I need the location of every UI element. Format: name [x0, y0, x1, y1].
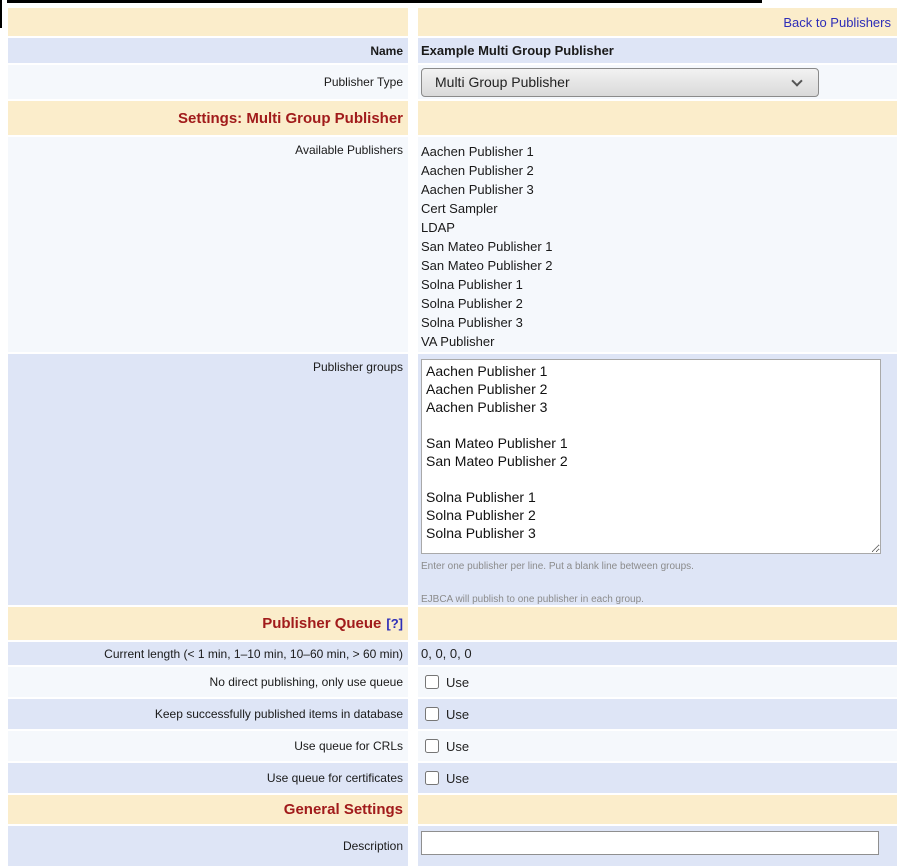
screenshot-edge-artifact-top: [7, 0, 762, 3]
available-publishers-row: Available Publishers Aachen Publisher 1 …: [8, 137, 897, 352]
list-item: Solna Publisher 2: [421, 294, 523, 313]
settings-section-header-right-cell: [418, 101, 897, 135]
keep-published-items-checkbox[interactable]: [425, 707, 439, 721]
publisher-groups-help-2: EJBCA will publish to one publisher in e…: [421, 594, 644, 605]
top-bar: Back to Publishers: [8, 8, 897, 36]
publisher-type-select[interactable]: Multi Group Publisher: [421, 68, 819, 97]
publisher-queue-help-link[interactable]: [?]: [386, 616, 403, 631]
current-length-label: Current length (< 1 min, 1–10 min, 10–60…: [8, 642, 408, 665]
settings-section-title: Settings: Multi Group Publisher: [8, 101, 408, 135]
publisher-queue-header-right-cell: [418, 607, 897, 640]
use-queue-certificates-row: Use queue for certificates Use: [8, 763, 897, 793]
current-length-row: Current length (< 1 min, 1–10 min, 10–60…: [8, 642, 897, 665]
publisher-groups-textarea[interactable]: Aachen Publisher 1 Aachen Publisher 2 Aa…: [421, 359, 881, 554]
publisher-edit-form: Back to Publishers Name Example Multi Gr…: [8, 8, 897, 868]
no-direct-publishing-label: No direct publishing, only use queue: [8, 667, 408, 697]
list-item: LDAP: [421, 218, 455, 237]
description-row: Description: [8, 826, 897, 866]
keep-published-items-label: Keep successfully published items in dat…: [8, 699, 408, 729]
list-item: Solna Publisher 1: [421, 275, 523, 294]
checkbox-label: Use: [446, 739, 469, 754]
no-direct-publishing-row: No direct publishing, only use queue Use: [8, 667, 897, 697]
no-direct-publishing-checkbox[interactable]: [425, 675, 439, 689]
list-item: San Mateo Publisher 2: [421, 256, 553, 275]
publisher-type-select-wrap: Multi Group Publisher: [421, 68, 819, 97]
list-item: Aachen Publisher 3: [421, 180, 534, 199]
use-queue-crls-label: Use queue for CRLs: [8, 731, 408, 761]
use-queue-certificates-checkbox[interactable]: [425, 771, 439, 785]
use-queue-certificates-label: Use queue for certificates: [8, 763, 408, 793]
description-input[interactable]: [421, 831, 879, 855]
screenshot-edge-artifact-left: [0, 0, 2, 28]
list-item: San Mateo Publisher 1: [421, 237, 553, 256]
publisher-queue-section-title: Publisher Queue: [262, 615, 381, 632]
settings-section-header: Settings: Multi Group Publisher: [8, 101, 897, 135]
name-row: Name Example Multi Group Publisher: [8, 38, 897, 63]
back-to-publishers-link[interactable]: Back to Publishers: [783, 15, 891, 30]
publisher-groups-label: Publisher groups: [8, 354, 408, 605]
name-label: Name: [8, 38, 408, 63]
checkbox-label: Use: [446, 771, 469, 786]
current-length-value: 0, 0, 0, 0: [418, 642, 897, 665]
general-settings-section-title: General Settings: [8, 795, 408, 824]
publisher-type-label: Publisher Type: [8, 65, 408, 99]
list-item: VA Publisher: [421, 332, 494, 351]
keep-published-items-row: Keep successfully published items in dat…: [8, 699, 897, 729]
publisher-type-row: Publisher Type Multi Group Publisher: [8, 65, 897, 99]
name-value: Example Multi Group Publisher: [418, 38, 897, 63]
general-settings-header-right-cell: [418, 795, 897, 824]
list-item: Solna Publisher 3: [421, 313, 523, 332]
available-publishers-list: Aachen Publisher 1 Aachen Publisher 2 Aa…: [418, 137, 897, 352]
use-queue-crls-row: Use queue for CRLs Use: [8, 731, 897, 761]
top-bar-left-cell: [8, 8, 408, 36]
checkbox-label: Use: [446, 707, 469, 722]
checkbox-label: Use: [446, 675, 469, 690]
list-item: Aachen Publisher 2: [421, 161, 534, 180]
publisher-groups-help-1: Enter one publisher per line. Put a blan…: [421, 561, 694, 572]
available-publishers-label: Available Publishers: [8, 137, 408, 352]
publisher-queue-section-header: Publisher Queue [?]: [8, 607, 897, 640]
description-label: Description: [8, 826, 408, 866]
publisher-groups-row: Publisher groups Aachen Publisher 1 Aach…: [8, 354, 897, 605]
list-item: Cert Sampler: [421, 199, 498, 218]
use-queue-crls-checkbox[interactable]: [425, 739, 439, 753]
list-item: Aachen Publisher 1: [421, 142, 534, 161]
general-settings-section-header: General Settings: [8, 795, 897, 824]
